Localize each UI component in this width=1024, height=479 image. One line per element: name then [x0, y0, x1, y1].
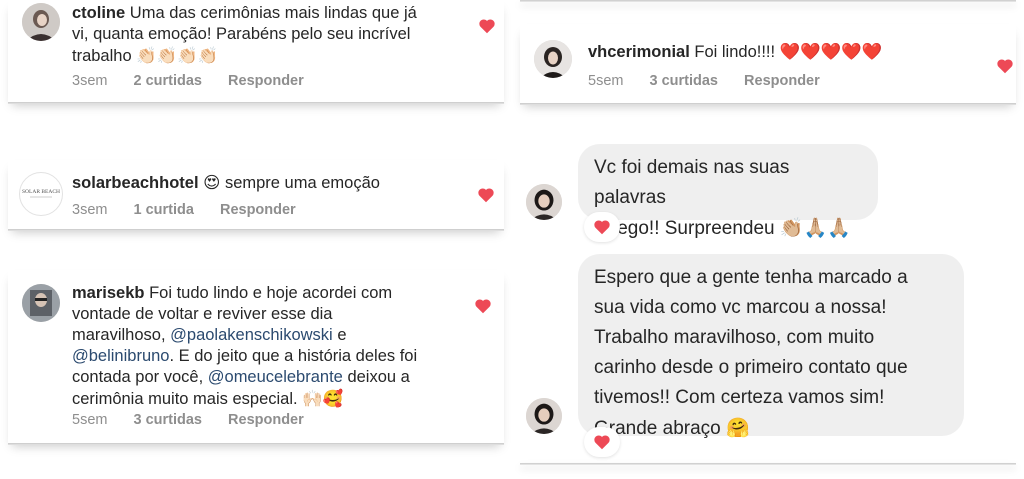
- likes-count[interactable]: 1 curtida: [134, 202, 194, 218]
- timestamp: 3sem: [72, 73, 108, 89]
- left-panel: ctoline Uma das cerimônias mais lindas q…: [0, 0, 512, 479]
- reply-button[interactable]: Responder: [228, 412, 304, 428]
- likes-count[interactable]: 3 curtidas: [650, 73, 719, 89]
- comment-card-solarbeachhotel: SOLAR BEACH solarbeachhotel 😍 sempre uma…: [8, 160, 504, 231]
- comment-card-ctoline: ctoline Uma das cerimônias mais lindas q…: [8, 0, 504, 104]
- reply-button[interactable]: Responder: [744, 73, 820, 89]
- likes-count[interactable]: 2 curtidas: [134, 73, 203, 89]
- avatar[interactable]: [526, 398, 562, 434]
- comment-meta: 3sem 2 curtidas Responder: [72, 73, 326, 89]
- mention-link[interactable]: @paolakenschikowski: [170, 326, 333, 344]
- heart-icon[interactable]: [477, 187, 495, 203]
- avatar[interactable]: SOLAR BEACH: [19, 172, 63, 216]
- username[interactable]: ctoline: [72, 4, 125, 22]
- right-panel: vhcerimonial Foi lindo!!!! ❤️❤️❤️❤️❤️ 5s…: [512, 0, 1024, 479]
- heart-icon[interactable]: [478, 18, 496, 34]
- mention-link[interactable]: @belinibruno: [72, 347, 169, 365]
- comment-text: vhcerimonial Foi lindo!!!! ❤️❤️❤️❤️❤️: [588, 42, 883, 61]
- avatar[interactable]: [534, 40, 572, 78]
- emoji: ❤️❤️❤️❤️❤️: [779, 42, 883, 61]
- heart-icon: [594, 220, 610, 235]
- comment-card-vhcerimonial: vhcerimonial Foi lindo!!!! ❤️❤️❤️❤️❤️ 5s…: [520, 24, 1016, 105]
- comment-text: solarbeachhotel 😍 sempre uma emoção: [72, 173, 380, 192]
- comment-meta: 3sem 1 curtida Responder: [72, 202, 318, 218]
- divider: [520, 0, 1016, 2]
- username[interactable]: vhcerimonial: [588, 43, 690, 61]
- avatar[interactable]: [526, 184, 562, 220]
- comment-meta: 5sem 3 curtidas Responder: [588, 73, 842, 89]
- heart-icon: [594, 435, 610, 450]
- emoji: 👏🏼🙏🏼🙏🏼: [779, 217, 851, 239]
- mention-link[interactable]: @omeucelebrante: [208, 368, 343, 386]
- avatar[interactable]: [22, 3, 60, 41]
- message-bubble: Vc foi demais nas suas palavras Dyego!! …: [578, 144, 878, 239]
- emoji: 🙌🏻🥰: [302, 389, 344, 408]
- reply-button[interactable]: Responder: [220, 202, 296, 218]
- heart-icon[interactable]: [996, 58, 1014, 74]
- username[interactable]: solarbeachhotel: [72, 174, 199, 192]
- emoji: 😍: [203, 173, 221, 192]
- avatar[interactable]: [22, 284, 60, 322]
- comment-meta: 5sem 3 curtidas Responder: [72, 412, 326, 428]
- comment-text: marisekb Foi tudo lindo e hoje acordei c…: [72, 284, 418, 408]
- comment-card-marisekb: marisekb Foi tudo lindo e hoje acordei c…: [8, 270, 504, 445]
- divider: [520, 463, 1016, 465]
- timestamp: 5sem: [588, 73, 624, 89]
- reaction-heart[interactable]: [584, 427, 620, 457]
- comment-text: ctoline Uma das cerimônias mais lindas q…: [72, 4, 417, 65]
- emoji: 🤗: [726, 417, 750, 439]
- timestamp: 3sem: [72, 202, 108, 218]
- svg-text:SOLAR BEACH: SOLAR BEACH: [22, 189, 60, 195]
- username[interactable]: marisekb: [72, 284, 144, 302]
- message-bubble: Espero que a gente tenha marcado a sua v…: [578, 254, 964, 439]
- reaction-heart[interactable]: [584, 212, 620, 242]
- heart-icon[interactable]: [474, 298, 492, 314]
- timestamp: 5sem: [72, 412, 108, 428]
- emoji: 👏🏻👏🏻👏🏻👏🏻: [136, 46, 219, 65]
- reply-button[interactable]: Responder: [228, 73, 304, 89]
- likes-count[interactable]: 3 curtidas: [134, 412, 203, 428]
